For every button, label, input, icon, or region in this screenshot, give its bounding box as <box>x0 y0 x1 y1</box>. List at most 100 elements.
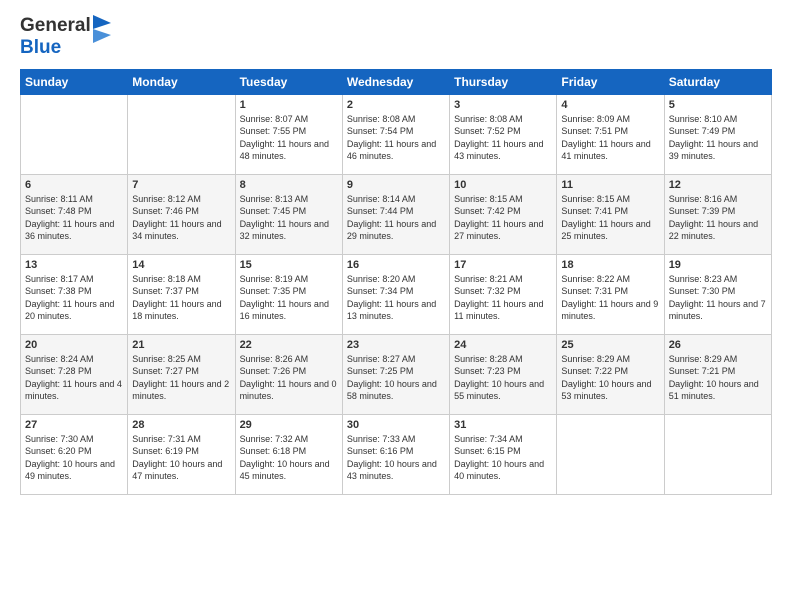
day-number: 13 <box>25 259 123 271</box>
day-cell: 24Sunrise: 8:28 AM Sunset: 7:23 PM Dayli… <box>450 334 557 414</box>
day-cell: 7Sunrise: 8:12 AM Sunset: 7:46 PM Daylig… <box>128 174 235 254</box>
day-number: 6 <box>25 179 123 191</box>
day-cell: 31Sunrise: 7:34 AM Sunset: 6:15 PM Dayli… <box>450 414 557 494</box>
week-row-2: 6 Sunrise: 8:11 AM Sunset: 7:48 PM Daylig… <box>21 174 772 254</box>
day-info: Sunrise: 8:09 AM Sunset: 7:51 PM Dayligh… <box>561 113 659 163</box>
day-cell: 28 Sunrise: 7:31 AM Sunset: 6:19 PM Dayli… <box>128 414 235 494</box>
day-info: Sunrise: 8:14 AM Sunset: 7:44 PM Dayligh… <box>347 193 445 243</box>
day-number: 9 <box>347 179 445 191</box>
day-info: Sunrise: 8:12 AM Sunset: 7:46 PM Dayligh… <box>132 193 230 243</box>
day-info: Sunrise: 8:28 AM Sunset: 7:23 PM Dayligh… <box>454 353 552 403</box>
day-info: Sunrise: 7:31 AM Sunset: 6:19 PM Dayligh… <box>132 433 230 483</box>
day-info: Sunrise: 8:22 AM Sunset: 7:31 PM Dayligh… <box>561 273 659 323</box>
day-info: Sunrise: 8:08 AM Sunset: 7:54 PM Dayligh… <box>347 113 445 163</box>
day-cell: 12 Sunrise: 8:16 AM Sunset: 7:39 PM Dayli… <box>664 174 771 254</box>
day-info: Sunrise: 8:18 AM Sunset: 7:37 PM Dayligh… <box>132 273 230 323</box>
day-cell <box>557 414 664 494</box>
day-cell: 21 Sunrise: 8:25 AM Sunset: 7:27 PM Dayli… <box>128 334 235 414</box>
day-cell: 19 Sunrise: 8:23 AM Sunset: 7:30 PM Dayli… <box>664 254 771 334</box>
day-cell: 29 Sunrise: 7:32 AM Sunset: 6:18 PM Dayli… <box>235 414 342 494</box>
day-number: 19 <box>669 259 767 271</box>
week-row-4: 20 Sunrise: 8:24 AM Sunset: 7:28 PM Dayli… <box>21 334 772 414</box>
day-number: 23 <box>347 339 445 351</box>
day-number: 2 <box>347 99 445 111</box>
day-info: Sunrise: 8:29 AM Sunset: 7:21 PM Dayligh… <box>669 353 767 403</box>
col-header-friday: Friday <box>557 69 664 94</box>
day-cell <box>21 94 128 174</box>
day-number: 17 <box>454 259 552 271</box>
day-cell: 25 Sunrise: 8:29 AM Sunset: 7:22 PM Dayli… <box>557 334 664 414</box>
day-info: Sunrise: 8:08 AM Sunset: 7:52 PM Dayligh… <box>454 113 552 163</box>
day-info: Sunrise: 7:30 AM Sunset: 6:20 PM Dayligh… <box>25 433 123 483</box>
calendar-header-row: SundayMondayTuesdayWednesdayThursdayFrid… <box>21 69 772 94</box>
day-info: Sunrise: 8:15 AM Sunset: 7:42 PM Dayligh… <box>454 193 552 243</box>
week-row-3: 13Sunrise: 8:17 AM Sunset: 7:38 PM Dayli… <box>21 254 772 334</box>
day-cell <box>128 94 235 174</box>
day-number: 31 <box>454 419 552 431</box>
week-row-1: 1 Sunrise: 8:07 AM Sunset: 7:55 PM Daylig… <box>21 94 772 174</box>
day-cell: 16 Sunrise: 8:20 AM Sunset: 7:34 PM Dayli… <box>342 254 449 334</box>
day-cell: 23Sunrise: 8:27 AM Sunset: 7:25 PM Dayli… <box>342 334 449 414</box>
day-cell: 30Sunrise: 7:33 AM Sunset: 6:16 PM Dayli… <box>342 414 449 494</box>
day-info: Sunrise: 8:11 AM Sunset: 7:48 PM Dayligh… <box>25 193 123 243</box>
col-header-saturday: Saturday <box>664 69 771 94</box>
day-number: 20 <box>25 339 123 351</box>
day-number: 29 <box>240 419 338 431</box>
day-info: Sunrise: 8:10 AM Sunset: 7:49 PM Dayligh… <box>669 113 767 163</box>
day-info: Sunrise: 8:19 AM Sunset: 7:35 PM Dayligh… <box>240 273 338 323</box>
day-info: Sunrise: 8:20 AM Sunset: 7:34 PM Dayligh… <box>347 273 445 323</box>
day-info: Sunrise: 8:07 AM Sunset: 7:55 PM Dayligh… <box>240 113 338 163</box>
day-info: Sunrise: 8:24 AM Sunset: 7:28 PM Dayligh… <box>25 353 123 403</box>
day-cell: 13Sunrise: 8:17 AM Sunset: 7:38 PM Dayli… <box>21 254 128 334</box>
day-info: Sunrise: 8:23 AM Sunset: 7:30 PM Dayligh… <box>669 273 767 323</box>
day-number: 27 <box>25 419 123 431</box>
day-number: 15 <box>240 259 338 271</box>
day-info: Sunrise: 8:13 AM Sunset: 7:45 PM Dayligh… <box>240 193 338 243</box>
logo-flag-icon <box>93 15 111 45</box>
day-cell: 22 Sunrise: 8:26 AM Sunset: 7:26 PM Dayli… <box>235 334 342 414</box>
day-cell: 8Sunrise: 8:13 AM Sunset: 7:45 PM Daylig… <box>235 174 342 254</box>
col-header-tuesday: Tuesday <box>235 69 342 94</box>
day-number: 14 <box>132 259 230 271</box>
day-info: Sunrise: 8:25 AM Sunset: 7:27 PM Dayligh… <box>132 353 230 403</box>
day-number: 12 <box>669 179 767 191</box>
day-number: 1 <box>240 99 338 111</box>
day-number: 11 <box>561 179 659 191</box>
day-info: Sunrise: 7:32 AM Sunset: 6:18 PM Dayligh… <box>240 433 338 483</box>
day-cell: 14 Sunrise: 8:18 AM Sunset: 7:37 PM Dayli… <box>128 254 235 334</box>
day-number: 3 <box>454 99 552 111</box>
logo-area: General Blue <box>20 15 111 59</box>
day-cell: 11Sunrise: 8:15 AM Sunset: 7:41 PM Dayli… <box>557 174 664 254</box>
day-cell: 4 Sunrise: 8:09 AM Sunset: 7:51 PM Daylig… <box>557 94 664 174</box>
day-number: 18 <box>561 259 659 271</box>
day-cell: 10 Sunrise: 8:15 AM Sunset: 7:42 PM Dayli… <box>450 174 557 254</box>
day-cell: 1 Sunrise: 8:07 AM Sunset: 7:55 PM Daylig… <box>235 94 342 174</box>
day-number: 21 <box>132 339 230 351</box>
day-cell <box>664 414 771 494</box>
day-number: 4 <box>561 99 659 111</box>
calendar-table: SundayMondayTuesdayWednesdayThursdayFrid… <box>20 69 772 495</box>
day-number: 22 <box>240 339 338 351</box>
day-cell: 5 Sunrise: 8:10 AM Sunset: 7:49 PM Daylig… <box>664 94 771 174</box>
day-cell: 15 Sunrise: 8:19 AM Sunset: 7:35 PM Dayli… <box>235 254 342 334</box>
day-cell: 3 Sunrise: 8:08 AM Sunset: 7:52 PM Daylig… <box>450 94 557 174</box>
day-info: Sunrise: 8:26 AM Sunset: 7:26 PM Dayligh… <box>240 353 338 403</box>
day-info: Sunrise: 8:16 AM Sunset: 7:39 PM Dayligh… <box>669 193 767 243</box>
week-row-5: 27 Sunrise: 7:30 AM Sunset: 6:20 PM Dayli… <box>21 414 772 494</box>
day-info: Sunrise: 8:29 AM Sunset: 7:22 PM Dayligh… <box>561 353 659 403</box>
day-cell: 20 Sunrise: 8:24 AM Sunset: 7:28 PM Dayli… <box>21 334 128 414</box>
day-number: 26 <box>669 339 767 351</box>
col-header-wednesday: Wednesday <box>342 69 449 94</box>
day-number: 10 <box>454 179 552 191</box>
day-cell: 2 Sunrise: 8:08 AM Sunset: 7:54 PM Daylig… <box>342 94 449 174</box>
day-cell: 6 Sunrise: 8:11 AM Sunset: 7:48 PM Daylig… <box>21 174 128 254</box>
header: General Blue <box>20 15 772 59</box>
day-number: 16 <box>347 259 445 271</box>
day-number: 28 <box>132 419 230 431</box>
day-cell: 17Sunrise: 8:21 AM Sunset: 7:32 PM Dayli… <box>450 254 557 334</box>
day-number: 25 <box>561 339 659 351</box>
page: General Blue SundayMondayTuesdayWednesda… <box>0 0 792 612</box>
col-header-monday: Monday <box>128 69 235 94</box>
day-number: 5 <box>669 99 767 111</box>
day-cell: 26 Sunrise: 8:29 AM Sunset: 7:21 PM Dayli… <box>664 334 771 414</box>
